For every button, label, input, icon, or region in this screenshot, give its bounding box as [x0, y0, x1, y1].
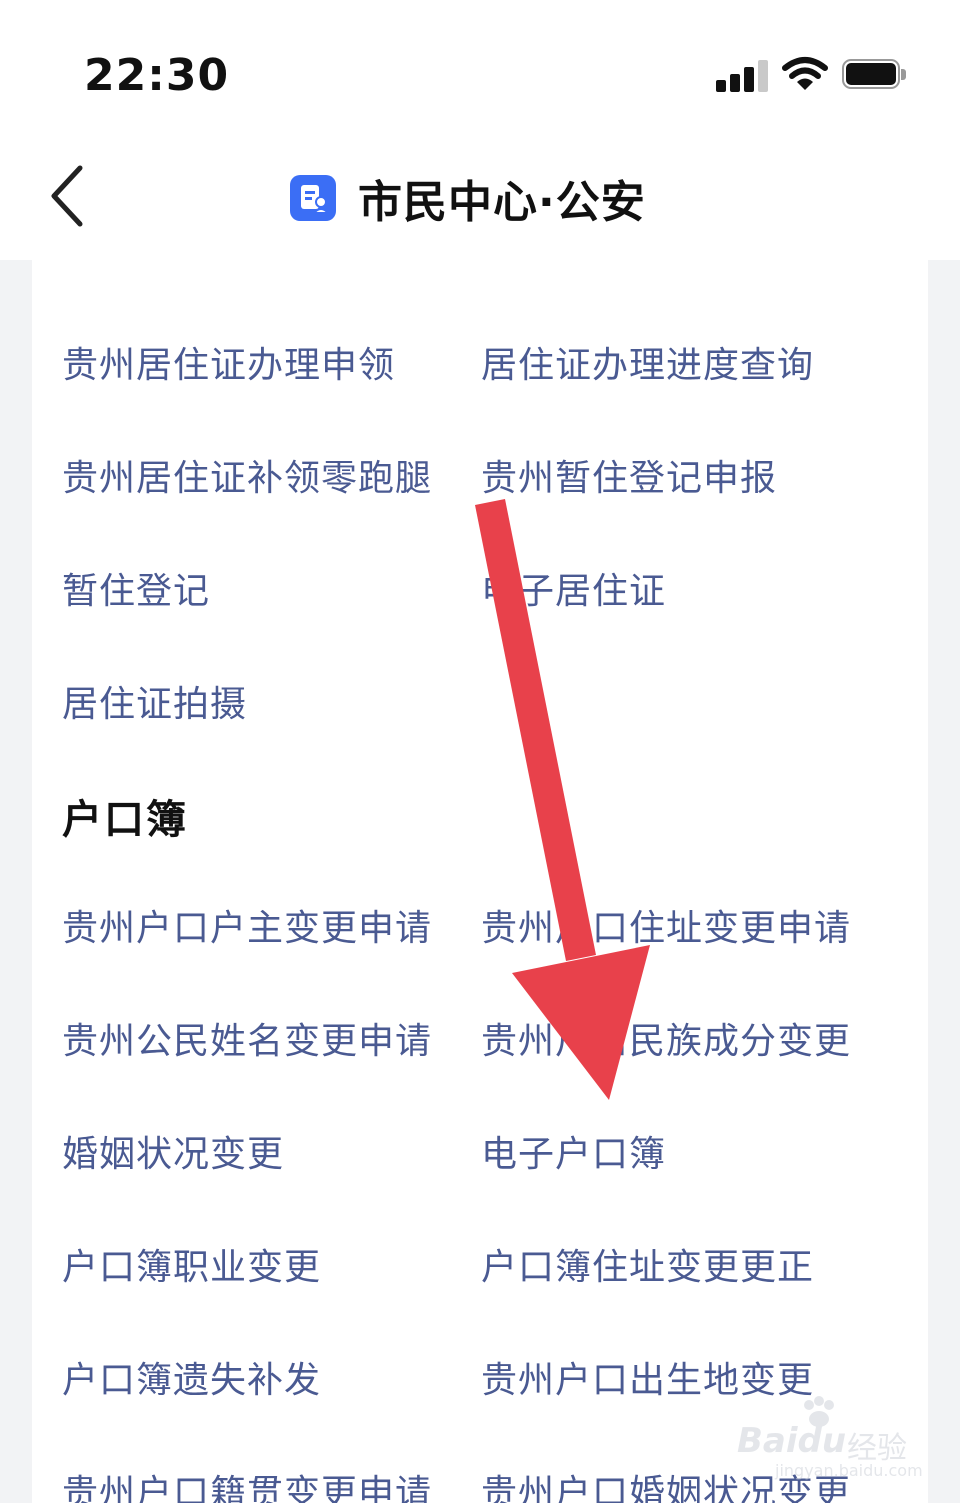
service-item-residence-photo[interactable]: 居住证拍摄 — [62, 675, 247, 727]
service-item-electronic-hukou[interactable]: 电子户口簿 — [481, 1125, 666, 1177]
status-time: 22:30 — [84, 50, 230, 101]
service-item-name-change[interactable]: 贵州公民姓名变更申请 — [62, 1012, 432, 1064]
battery-icon — [842, 59, 906, 91]
service-item-lost-reissue[interactable]: 户口簿遗失补发 — [62, 1351, 321, 1403]
service-item-householder-change[interactable]: 贵州户口户主变更申请 — [62, 899, 432, 951]
status-bar: 22:30 — [0, 0, 960, 130]
service-item-address-change[interactable]: 贵州户口住址变更申请 — [481, 899, 851, 951]
citizen-center-logo-icon — [290, 175, 336, 221]
nav-bar: 市民中心·公安 — [0, 130, 960, 260]
service-item-marital-status-change[interactable]: 婚姻状况变更 — [62, 1125, 284, 1177]
service-item-temporary-registration-report[interactable]: 贵州暂住登记申报 — [481, 449, 777, 501]
service-item-electronic-residence-permit[interactable]: 电子居住证 — [481, 562, 666, 614]
service-item-residence-progress-query[interactable]: 居住证办理进度查询 — [481, 336, 814, 388]
service-item-residence-reissue[interactable]: 贵州居住证补领零跑腿 — [62, 449, 432, 501]
chevron-left-icon — [51, 165, 83, 227]
service-item-ethnicity-change[interactable]: 贵州户口民族成分变更 — [481, 1012, 851, 1064]
service-list-card: 贵州居住证办理申领 居住证办理进度查询 贵州居住证补领零跑腿 贵州暂住登记申报 … — [32, 260, 928, 1503]
service-item-temporary-registration[interactable]: 暂住登记 — [62, 562, 210, 614]
cellular-signal-icon — [716, 58, 768, 92]
wifi-icon — [782, 57, 828, 90]
service-item-address-correction[interactable]: 户口簿住址变更更正 — [481, 1238, 814, 1290]
service-item-occupation-change[interactable]: 户口簿职业变更 — [62, 1238, 321, 1290]
clipped-previous-row — [62, 260, 682, 266]
baidu-watermark: Baidu 经验 jingyan.baidu.com — [735, 1395, 923, 1485]
service-item-residence-permit-apply[interactable]: 贵州居住证办理申领 — [62, 336, 395, 388]
page-title: 市民中心·公安 — [358, 177, 646, 228]
service-item-native-place-change[interactable]: 贵州户口籍贯变更申请 — [62, 1464, 432, 1503]
back-button[interactable] — [40, 162, 100, 232]
section-title-hukou: 户口簿 — [62, 797, 188, 843]
nav-title-group: 市民中心·公安 — [290, 168, 646, 228]
